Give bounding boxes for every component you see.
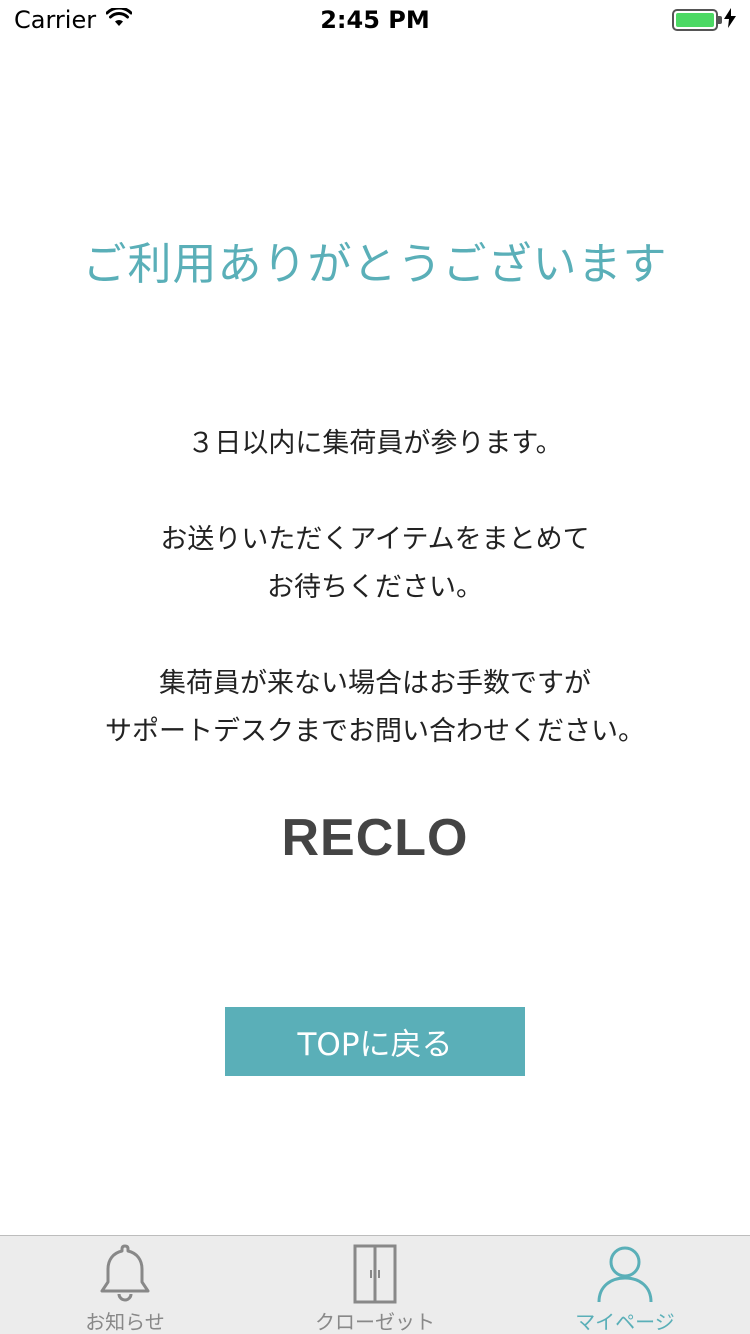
message-line: お待ちください。 xyxy=(267,572,483,603)
closet-icon xyxy=(345,1242,405,1304)
bell-icon xyxy=(95,1242,155,1304)
tab-mypage[interactable]: マイページ xyxy=(500,1236,750,1334)
message-line: 集荷員が来ない場合はお手数ですが xyxy=(159,668,591,699)
status-left: Carrier xyxy=(14,6,133,34)
message-paragraph-3: 集荷員が来ない場合はお手数ですが サポートデスクまでお問い合わせください。 xyxy=(0,660,750,756)
message-line: ３日以内に集荷員が参ります。 xyxy=(187,428,563,459)
tab-label: マイページ xyxy=(575,1310,675,1334)
message-line: お送りいただくアイテムをまとめて xyxy=(160,524,590,555)
message-paragraph-1: ３日以内に集荷員が参ります。 xyxy=(0,420,750,468)
tab-notifications[interactable]: お知らせ xyxy=(0,1236,250,1334)
back-to-top-button[interactable]: TOPに戻る xyxy=(225,1007,525,1076)
person-icon xyxy=(595,1242,655,1304)
message-block: ３日以内に集荷員が参ります。 お送りいただくアイテムをまとめて お待ちください。… xyxy=(0,420,750,756)
wifi-icon xyxy=(105,6,133,34)
page-title: ご利用ありがとうございます xyxy=(82,239,668,290)
tab-closet[interactable]: クローゼット xyxy=(250,1236,500,1334)
carrier-label: Carrier xyxy=(14,6,97,34)
brand-logo: RECLO xyxy=(281,809,469,867)
tab-label: お知らせ xyxy=(85,1310,165,1334)
message-paragraph-2: お送りいただくアイテムをまとめて お待ちください。 xyxy=(0,516,750,612)
status-bar: Carrier 2:45 PM xyxy=(0,0,750,40)
message-line: サポートデスクまでお問い合わせください。 xyxy=(105,716,645,747)
status-right xyxy=(672,6,736,34)
tab-label: クローゼット xyxy=(315,1310,435,1334)
charging-icon xyxy=(724,6,736,34)
tab-bar: お知らせ クローゼット マイページ xyxy=(0,1235,750,1334)
battery-icon xyxy=(672,9,722,31)
